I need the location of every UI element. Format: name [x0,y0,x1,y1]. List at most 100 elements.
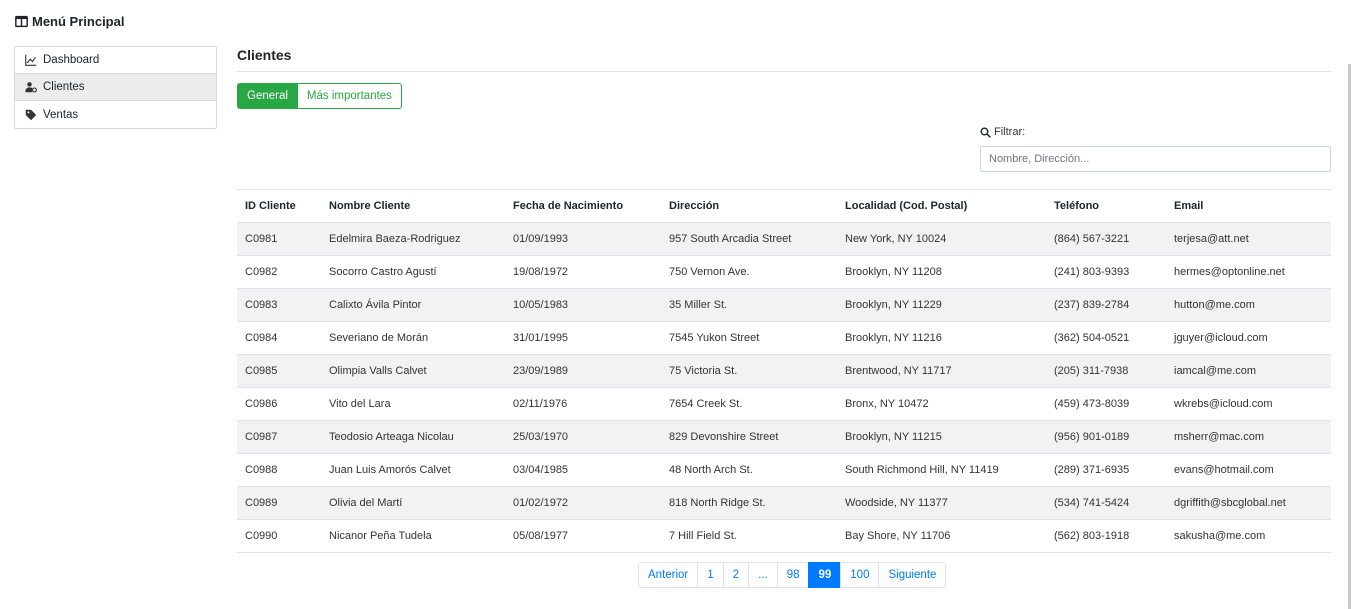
cell-direccion: 7 Hill Field St. [661,519,837,553]
cell-nombre: Olivia del Martí [321,486,505,520]
cell-email: dgriffith@sbcglobal.net [1166,486,1331,520]
page-button-1[interactable]: 1 [697,562,724,588]
cell-id: C0986 [237,387,321,421]
cell-localidad: Brentwood, NY 11717 [837,354,1046,388]
sidebar-item-ventas[interactable]: Ventas [15,101,216,128]
cell-id: C0984 [237,321,321,355]
cell-id: C0989 [237,486,321,520]
cell-fecha: 02/11/1976 [505,387,661,421]
tab-general[interactable]: General [237,83,298,109]
cell-localidad: South Richmond Hill, NY 11419 [837,453,1046,487]
tab-mas-importantes[interactable]: Más importantes [297,83,402,109]
cell-localidad: Bay Shore, NY 11706 [837,519,1046,553]
cell-telefono: (289) 371-6935 [1046,453,1166,487]
cell-localidad: Brooklyn, NY 11229 [837,288,1046,322]
cell-email: jguyer@icloud.com [1166,321,1331,355]
cell-nombre: Olimpia Valls Calvet [321,354,505,388]
sidebar-item-dashboard[interactable]: Dashboard [15,47,216,74]
table-header-row: ID Cliente Nombre Cliente Fecha de Nacim… [237,189,1331,223]
cell-fecha: 10/05/1983 [505,288,661,322]
cell-nombre: Juan Luis Amorós Calvet [321,453,505,487]
column-header-direccion[interactable]: Dirección [661,189,837,223]
cell-direccion: 7545 Yukon Street [661,321,837,355]
cell-nombre: Nicanor Peña Tudela [321,519,505,553]
page-button-100[interactable]: 100 [840,562,880,588]
cell-localidad: Brooklyn, NY 11208 [837,255,1046,289]
column-header-nombre[interactable]: Nombre Cliente [321,189,505,223]
cell-direccion: 35 Miller St. [661,288,837,322]
page-button-2[interactable]: 2 [722,562,750,588]
cell-nombre: Teodosio Arteaga Nicolau [321,420,505,454]
sidebar-item-label: Ventas [43,108,79,121]
table-body: C0981 Edelmira Baeza-Rodriguez 01/09/1993 9… [237,222,1331,553]
tag-icon [25,109,37,120]
cell-telefono: (241) 803-9393 [1046,255,1166,289]
filter-group: Filtrar: [980,126,1331,172]
cell-fecha: 25/03/1970 [505,420,661,454]
cell-email: evans@hotmail.com [1166,453,1331,487]
column-header-localidad[interactable]: Localidad (Cod. Postal) [837,189,1046,223]
page-button-99[interactable]: 99 [808,562,842,588]
table-row: C0987 Teodosio Arteaga Nicolau 25/03/1970 8… [237,420,1331,454]
column-header-fecha[interactable]: Fecha de Nacimiento [505,189,661,223]
cell-localidad: New York, NY 10024 [837,222,1046,256]
table-row: C0981 Edelmira Baeza-Rodriguez 01/09/1993 9… [237,222,1331,256]
cell-fecha: 01/02/1972 [505,486,661,520]
main-content: Clientes General Más importantes Filtrar… [237,40,1331,172]
cell-direccion: 750 Vernon Ave. [661,255,837,289]
cell-nombre: Calixto Ávila Pintor [321,288,505,322]
chart-line-icon [25,54,37,66]
pagination: Anterior 1 2... 98 99 100 Siguiente [638,562,947,588]
cell-id: C0983 [237,288,321,322]
clients-table: ID Cliente Nombre Cliente Fecha de Nacim… [237,189,1331,553]
cell-id: C0987 [237,420,321,454]
cell-localidad: Bronx, NY 10472 [837,387,1046,421]
cell-direccion: 957 South Arcadia Street [661,222,837,256]
cell-fecha: 05/08/1977 [505,519,661,553]
page-title: Clientes [237,40,1331,72]
table-row: C0985 Olimpia Valls Calvet 23/09/1989 75 Vi… [237,354,1331,388]
cell-telefono: (864) 567-3221 [1046,222,1166,256]
cell-fecha: 01/09/1993 [505,222,661,256]
cell-email: sakusha@me.com [1166,519,1331,553]
sidebar-item-clientes[interactable]: Clientes [15,74,216,101]
column-header-email[interactable]: Email [1166,189,1331,223]
cell-telefono: (205) 311-7938 [1046,354,1166,388]
sidebar: Dashboard Clientes Ventas [14,46,217,129]
cell-localidad: Brooklyn, NY 11216 [837,321,1046,355]
filter-input[interactable] [980,146,1331,172]
cell-email: wkrebs@icloud.com [1166,387,1331,421]
sidebar-item-label: Clientes [43,81,85,93]
cell-fecha: 23/09/1989 [505,354,661,388]
cell-direccion: 7654 Creek St. [661,387,837,421]
menu-title: Menú Principal [32,14,125,29]
cell-telefono: (956) 901-0189 [1046,420,1166,454]
cell-telefono: (237) 839-2784 [1046,288,1166,322]
filter-label: Filtrar: [980,126,1331,138]
cell-localidad: Woodside, NY 11377 [837,486,1046,520]
cell-nombre: Severiano de Morán [321,321,505,355]
cell-direccion: 818 North Ridge St. [661,486,837,520]
column-header-telefono[interactable]: Teléfono [1046,189,1166,223]
cell-email: terjesa@att.net [1166,222,1331,256]
columns-icon [15,15,28,28]
cell-telefono: (562) 803-1918 [1046,519,1166,553]
table-row: C0988 Juan Luis Amorós Calvet 03/04/1985 48… [237,453,1331,487]
table-row: C0982 Socorro Castro Agustí 19/08/1972 750 … [237,255,1331,289]
cell-id: C0981 [237,222,321,256]
cell-direccion: 829 Devonshire Street [661,420,837,454]
table-row: C0984 Severiano de Morán 31/01/1995 7545 Yu… [237,321,1331,355]
cell-id: C0982 [237,255,321,289]
cell-nombre: Socorro Castro Agustí [321,255,505,289]
column-header-id[interactable]: ID Cliente [237,189,321,223]
cell-fecha: 03/04/1985 [505,453,661,487]
page-button-anterior[interactable]: Anterior [638,562,699,588]
menu-header: Menú Principal [15,14,124,29]
table-row: C0989 Olivia del Martí 01/02/1972 818 North… [237,486,1331,520]
filter-label-text: Filtrar: [994,126,1026,138]
cell-id: C0990 [237,519,321,553]
cell-direccion: 75 Victoria St. [661,354,837,388]
search-icon [980,126,991,138]
page-button-siguiente[interactable]: Siguiente [878,562,947,588]
page-button-98[interactable]: 98 [776,562,810,588]
